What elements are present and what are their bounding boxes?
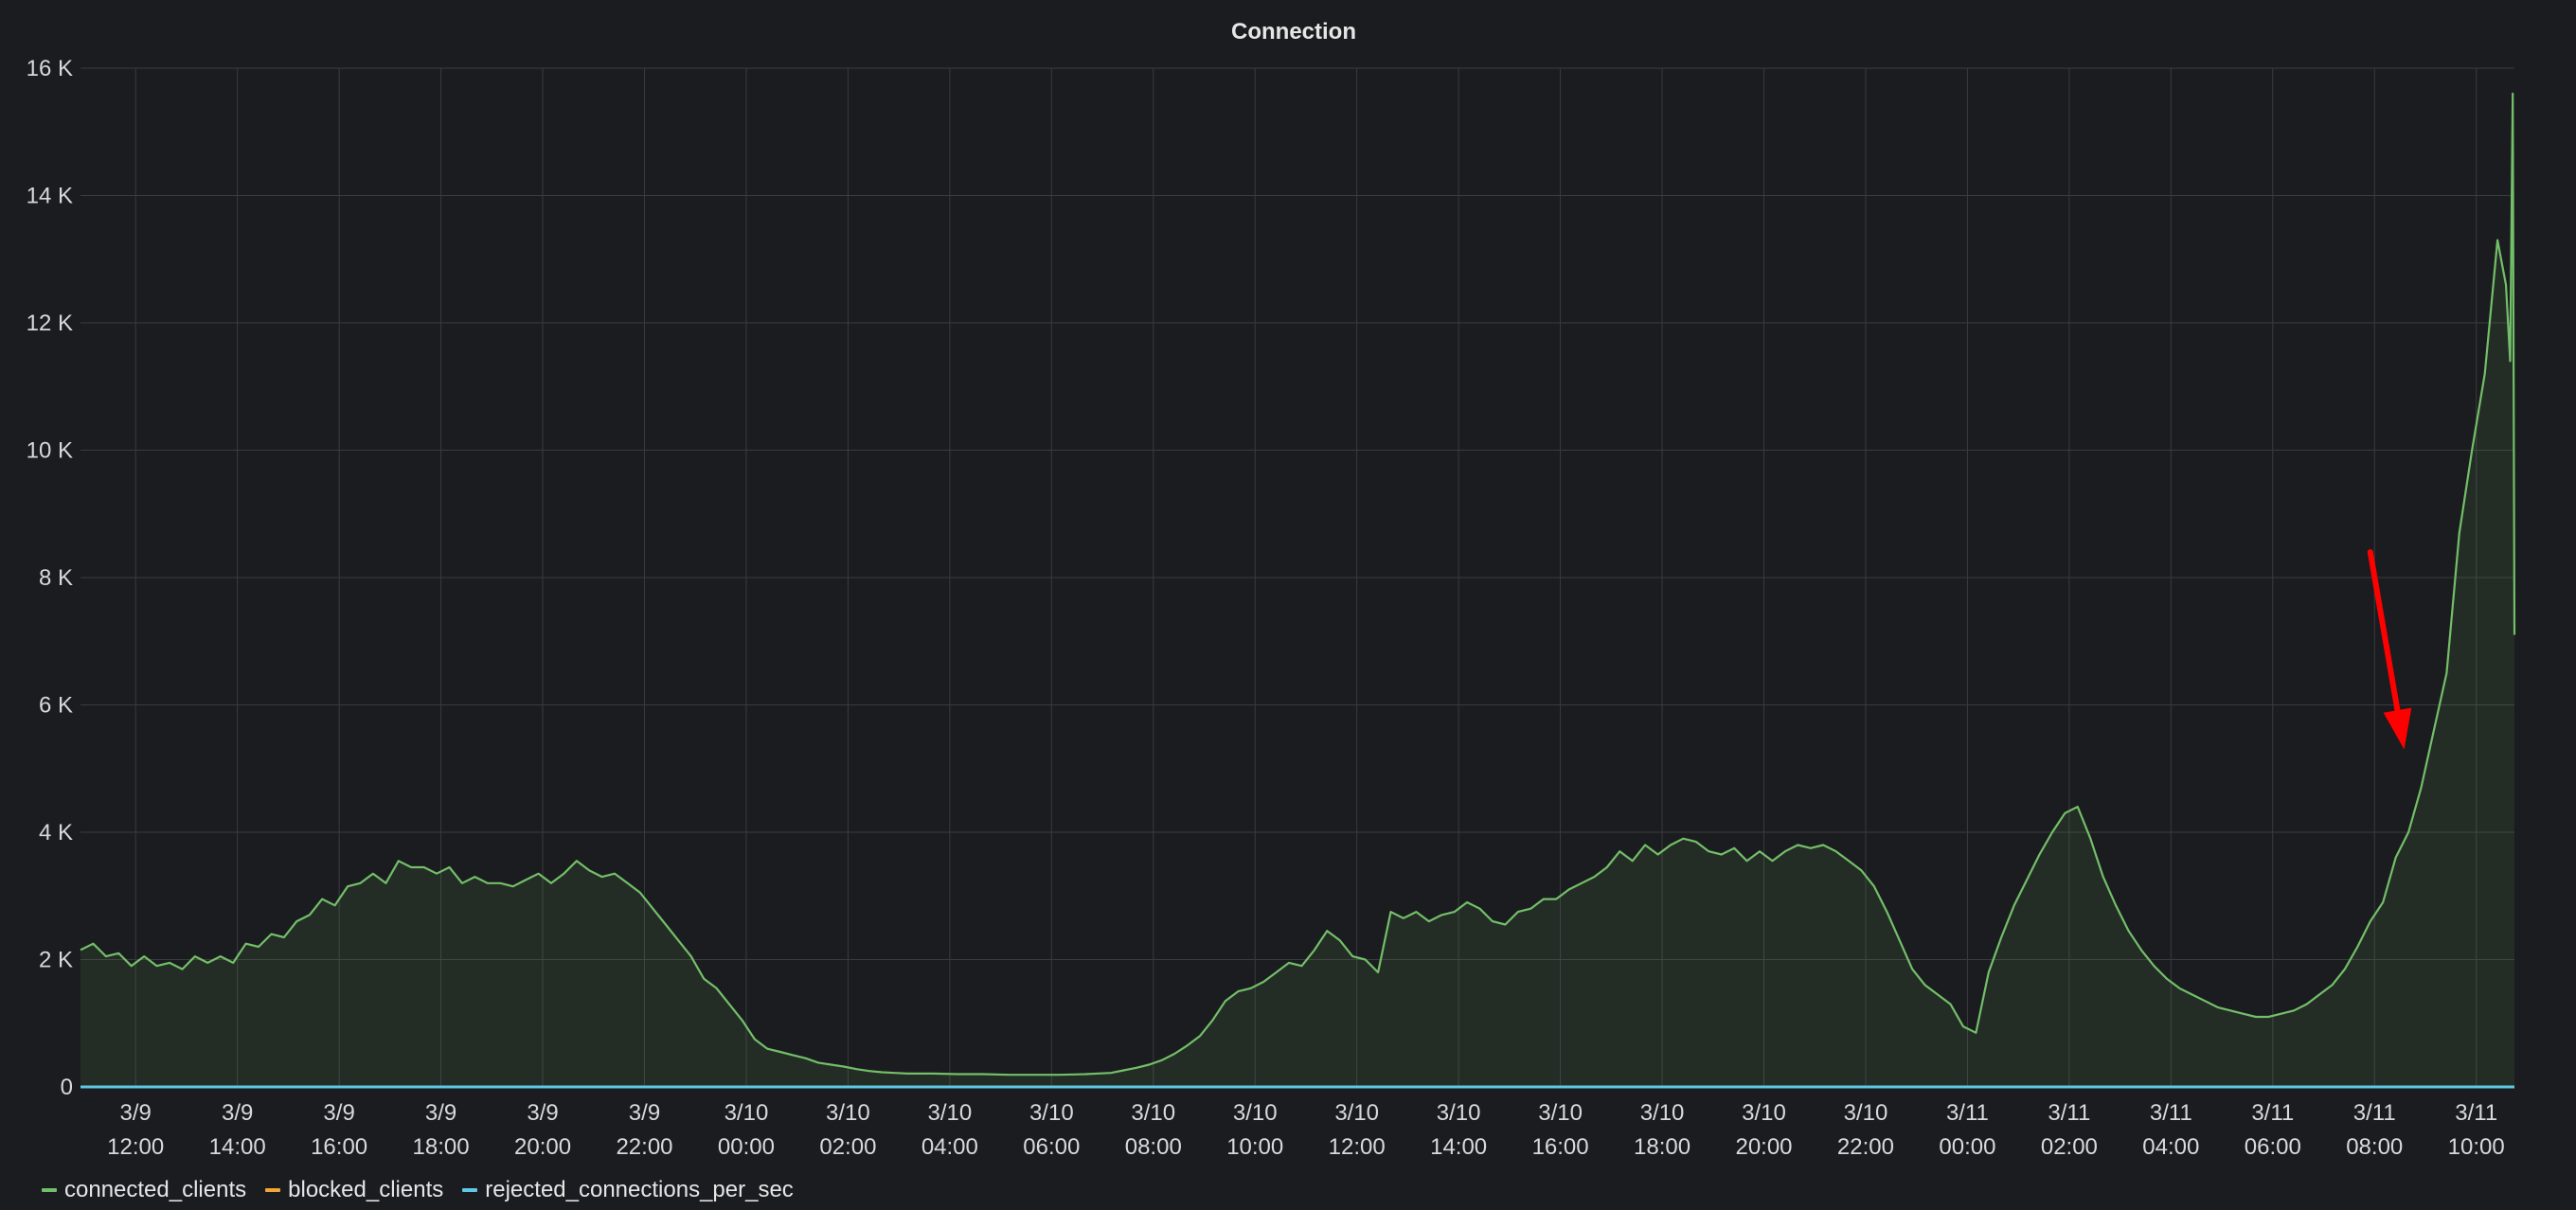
x-tick-date: 3/10 [1233, 1100, 1278, 1126]
legend-label-blocked-clients: blocked_clients [288, 1177, 444, 1202]
x-tick-date: 3/11 [2455, 1100, 2497, 1126]
series-area-connected-clients [80, 93, 2514, 1087]
x-tick-date: 3/11 [2251, 1100, 2294, 1126]
x-tick-time: 06:00 [1023, 1134, 1080, 1160]
y-axis-ticks: 0 2 K 4 K 6 K 8 K 10 K 12 K 14 K 16 K [27, 56, 73, 1100]
legend-item-connected-clients[interactable]: connected_clients [42, 1177, 246, 1203]
x-tick-time: 10:00 [2448, 1134, 2505, 1160]
legend: connected_clients blocked_clients reject… [42, 1174, 794, 1206]
legend-item-rejected-connections[interactable]: rejected_connections_per_sec [462, 1177, 794, 1203]
legend-item-blocked-clients[interactable]: blocked_clients [265, 1177, 443, 1203]
x-tick-time: 14:00 [209, 1134, 266, 1160]
legend-label-connected-clients: connected_clients [64, 1177, 247, 1202]
x-tick-time: 06:00 [2245, 1134, 2301, 1160]
x-tick-date: 3/10 [1844, 1100, 1888, 1126]
x-tick-date: 3/10 [1640, 1100, 1685, 1126]
connection-chart: Connection 0 2 K 4 K 6 K 8 K 10 K 12 K 14 K 16 K… [27, 19, 2516, 1160]
x-tick-time: 22:00 [616, 1134, 672, 1160]
y-tick-label: 8 K [39, 565, 73, 591]
chart-title: Connection [1231, 19, 1356, 44]
x-tick-date: 3/9 [629, 1100, 660, 1126]
x-tick-time: 12:00 [1329, 1134, 1386, 1160]
x-tick-time: 08:00 [1125, 1134, 1182, 1160]
annotation-layer [2367, 549, 2412, 750]
x-tick-date: 3/9 [120, 1100, 152, 1126]
x-tick-time: 00:00 [718, 1134, 775, 1160]
x-tick-time: 08:00 [2346, 1134, 2403, 1160]
x-tick-date: 3/11 [2150, 1100, 2192, 1126]
x-tick-date: 3/11 [2048, 1100, 2090, 1126]
x-tick-date: 3/10 [724, 1100, 769, 1126]
y-tick-label: 10 K [27, 438, 73, 464]
y-tick-label: 4 K [39, 820, 73, 845]
y-tick-label: 2 K [39, 948, 73, 973]
x-tick-time: 02:00 [2041, 1134, 2098, 1160]
x-tick-date: 3/10 [927, 1100, 972, 1126]
x-tick-time: 14:00 [1430, 1134, 1487, 1160]
x-tick-date: 3/10 [1437, 1100, 1481, 1126]
x-tick-date: 3/9 [527, 1100, 558, 1126]
chart-panel: Connection 0 2 K 4 K 6 K 8 K 10 K 12 K 14 K 16 K… [0, 0, 2576, 1210]
x-tick-date: 3/10 [1334, 1100, 1379, 1126]
y-tick-label: 16 K [27, 56, 73, 81]
x-tick-time: 12:00 [107, 1134, 164, 1160]
y-tick-label: 0 [61, 1075, 73, 1100]
x-tick-time: 10:00 [1226, 1134, 1283, 1160]
x-axis-ticks: 3/9 12:00 3/9 14:00 3/9 16:00 3/9 18:00 3/9 20:00… [107, 1100, 2505, 1160]
x-tick-time: 02:00 [819, 1134, 876, 1160]
x-tick-date: 3/9 [425, 1100, 456, 1126]
x-tick-time: 20:00 [514, 1134, 571, 1160]
x-tick-date: 3/10 [1538, 1100, 1583, 1126]
x-tick-time: 18:00 [413, 1134, 470, 1160]
x-tick-time: 18:00 [1634, 1134, 1690, 1160]
x-tick-time: 00:00 [1939, 1134, 1995, 1160]
x-tick-time: 16:00 [1532, 1134, 1589, 1160]
x-tick-time: 22:00 [1837, 1134, 1894, 1160]
legend-swatch-blocked-clients [265, 1188, 281, 1192]
x-tick-date: 3/9 [323, 1100, 354, 1126]
y-tick-label: 6 K [39, 693, 73, 719]
y-tick-label: 14 K [27, 184, 73, 209]
legend-label-rejected-connections: rejected_connections_per_sec [485, 1177, 794, 1202]
x-tick-time: 20:00 [1735, 1134, 1792, 1160]
x-tick-date: 3/10 [1029, 1100, 1074, 1126]
x-tick-date: 3/11 [2353, 1100, 2396, 1126]
y-tick-label: 12 K [27, 311, 73, 336]
legend-swatch-connected-clients [42, 1188, 57, 1192]
x-tick-time: 04:00 [2142, 1134, 2199, 1160]
x-tick-date: 3/9 [222, 1100, 253, 1126]
x-tick-time: 16:00 [311, 1134, 367, 1160]
x-tick-date: 3/10 [826, 1100, 870, 1126]
legend-swatch-rejected-connections [462, 1188, 478, 1192]
x-tick-date: 3/10 [1742, 1100, 1786, 1126]
series-layer [80, 92, 2516, 1089]
x-tick-date: 3/11 [1946, 1100, 1989, 1126]
annotation-arrow-head [2383, 707, 2412, 750]
x-tick-time: 04:00 [921, 1134, 978, 1160]
x-tick-date: 3/10 [1131, 1100, 1175, 1126]
